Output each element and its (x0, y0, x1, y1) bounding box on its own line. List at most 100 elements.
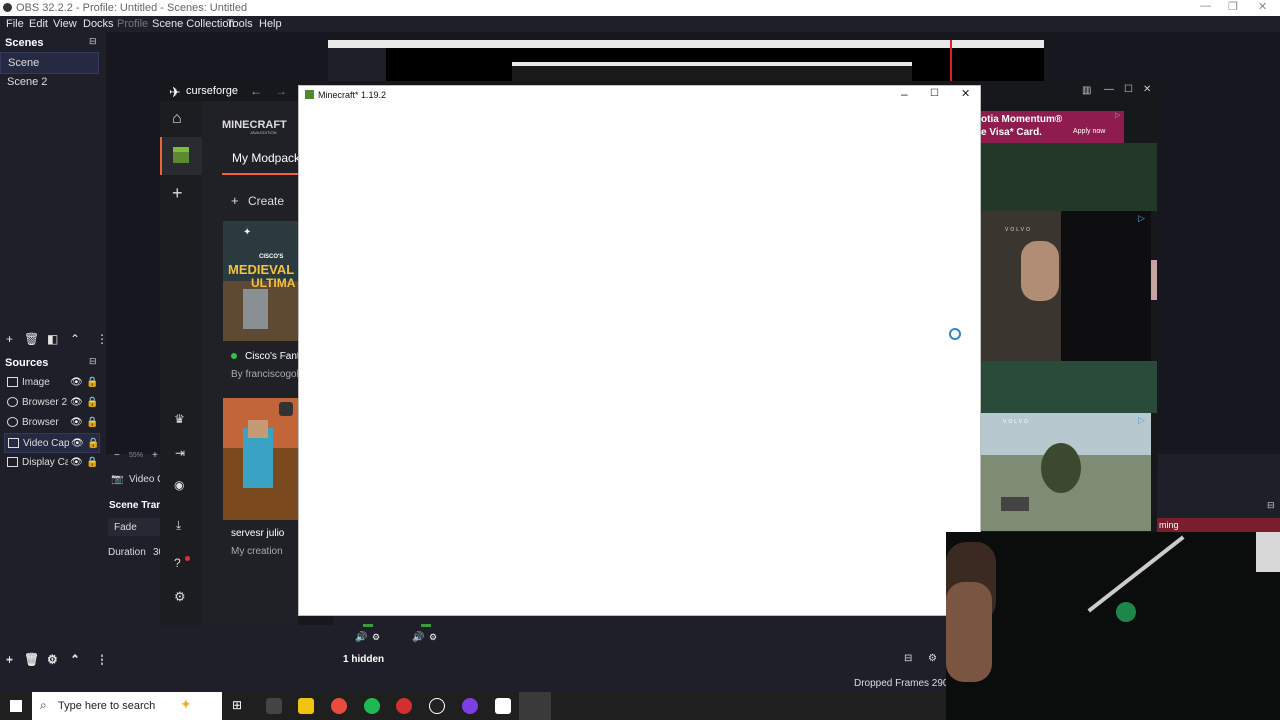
lock-icon[interactable]: 🔒 (86, 417, 98, 428)
lock-icon[interactable]: 🔒 (86, 457, 98, 468)
back-arrow-icon[interactable]: ← (250, 84, 262, 98)
eye-icon[interactable]: 👁 (70, 457, 83, 468)
dock-menu-icon[interactable]: ⊟ (89, 36, 97, 47)
card-title[interactable]: servesr julio (231, 528, 284, 539)
apply-now-button[interactable]: Apply now (1073, 128, 1105, 135)
curseforge-taskbar-icon[interactable] (495, 698, 511, 714)
volvo-ad[interactable]: VOLVO ▷ (981, 413, 1151, 531)
taskbar-search[interactable]: ⌕ Type here to search ✦ (32, 692, 222, 720)
mixer-layout-icon[interactable]: ⊟ (904, 653, 912, 664)
cf-close-icon[interactable]: ✕ (1143, 84, 1151, 95)
add-scene-icon[interactable]: + (6, 332, 13, 346)
start-streaming-button[interactable]: ming (1157, 518, 1280, 532)
eye-icon[interactable]: 👁 (71, 438, 84, 449)
task-view-icon[interactable]: ⊞ (232, 698, 248, 714)
remove-scene-icon[interactable]: 🗑 (24, 332, 39, 346)
mc-close-icon[interactable]: ✕ (961, 87, 970, 100)
cf-layout-icon[interactable]: ▥ (1082, 85, 1091, 96)
obs-taskbar-icon[interactable] (429, 698, 445, 714)
my-modpacks-tab[interactable]: My Modpack (232, 151, 300, 165)
source-item[interactable]: Image 👁 🔒 (4, 373, 100, 393)
card-title[interactable]: Cisco's Fanta (245, 351, 298, 362)
volume-icon[interactable]: 🔊 (412, 632, 424, 643)
app-icon[interactable] (266, 698, 282, 714)
cf-maximize-icon[interactable]: ☐ (1124, 84, 1133, 95)
create-button[interactable]: Create (248, 194, 284, 208)
menu-edit[interactable]: Edit (29, 18, 48, 30)
menu-tools[interactable]: Tools (227, 18, 253, 30)
source-item[interactable]: Display Ca 👁 🔒 (4, 453, 100, 473)
spotify-icon[interactable] (364, 698, 380, 714)
lock-icon[interactable]: 🔒 (86, 377, 98, 388)
grass-block-icon (173, 147, 189, 163)
lock-icon[interactable]: 🔒 (87, 438, 99, 449)
close-icon[interactable]: ✕ (1258, 0, 1267, 13)
minecraft-window[interactable]: Minecraft* 1.19.2 – ☐ ✕ (298, 85, 981, 616)
ad-choices-icon[interactable]: ▷ (1138, 415, 1145, 426)
mixer-settings-icon[interactable]: ⚙ (429, 632, 437, 643)
menu-docks[interactable]: Docks (83, 18, 114, 30)
home-icon[interactable]: ⌂ (172, 110, 182, 128)
scene-item[interactable]: Scene (0, 52, 99, 74)
create-plus-icon[interactable]: + (231, 193, 239, 208)
hidden-count[interactable]: 1 hidden (343, 654, 384, 665)
discord-taskbar-icon[interactable] (462, 698, 478, 714)
scene-more-icon[interactable]: ⋮ (96, 332, 108, 346)
modpack-card-image[interactable] (223, 398, 298, 520)
file-explorer-icon[interactable] (298, 698, 314, 714)
mixer-settings-icon[interactable]: ⚙ (372, 632, 380, 643)
zoom-out-icon[interactable]: − (114, 450, 120, 461)
volume-icon[interactable]: 🔊 (355, 632, 367, 643)
source-item[interactable]: Browser 👁 🔒 (4, 413, 100, 433)
menu-file[interactable]: File (6, 18, 24, 30)
windows-start-icon[interactable] (10, 700, 22, 712)
login-icon[interactable]: ⇥ (175, 446, 185, 460)
minimize-icon[interactable]: — (1200, 0, 1211, 12)
dock-menu-icon[interactable]: ⊟ (1267, 500, 1275, 511)
eye-icon[interactable]: 👁 (70, 377, 83, 388)
menu-profile[interactable]: Profile (117, 18, 148, 30)
add-transition-icon[interactable]: + (6, 653, 13, 667)
minecraft-game-tab[interactable] (160, 137, 202, 175)
menu-scene-collection[interactable]: Scene Collection (152, 18, 235, 30)
crown-icon[interactable]: ♛ (174, 412, 185, 426)
mc-maximize-icon[interactable]: ☐ (930, 88, 939, 99)
dock-menu-icon[interactable]: ⊟ (89, 356, 97, 367)
restore-icon[interactable]: ❐ (1228, 0, 1238, 13)
ad-choices-icon[interactable]: ▷ (1138, 213, 1145, 224)
mixer-gear-icon[interactable]: ⚙ (928, 653, 937, 664)
eye-icon[interactable]: 👁 (70, 397, 83, 408)
help-icon[interactable]: ? (174, 556, 181, 570)
transition-select[interactable]: Fade (108, 518, 160, 536)
menu-help[interactable]: Help (259, 18, 282, 30)
download-icon[interactable]: ⤓ (176, 518, 181, 533)
forward-arrow-icon[interactable]: → (275, 84, 287, 98)
cf-minimize-icon[interactable]: — (1104, 84, 1114, 95)
app-red-icon[interactable] (396, 698, 412, 714)
transition-more-icon[interactable]: ⋮ (96, 653, 108, 667)
scene-item[interactable]: Scene 2 (0, 72, 97, 92)
remove-transition-icon[interactable]: 🗑 (24, 653, 39, 667)
chrome-icon[interactable] (331, 698, 347, 714)
visa-ad[interactable]: otia Momentum® e Visa* Card. Apply now ▷ (981, 111, 1124, 143)
source-item[interactable]: Video Cap 👁 🔒 (4, 433, 100, 453)
discord-icon[interactable]: ◉ (174, 478, 184, 492)
modpack-card-image[interactable]: CISCO'S MEDIEVAL ULTIMA ✦ (223, 221, 298, 341)
add-game-icon[interactable]: + (172, 183, 183, 204)
lock-icon[interactable]: 🔒 (86, 397, 98, 408)
zoom-in-icon[interactable]: + (152, 450, 158, 461)
scene-up-icon[interactable]: ⌃ (70, 332, 80, 346)
scene-filter-icon[interactable]: ◧ (47, 332, 58, 346)
ad-choices-icon[interactable]: ▷ (1115, 111, 1120, 119)
settings-icon[interactable]: ⚙ (174, 589, 186, 605)
source-item[interactable]: Browser 2 👁 🔒 (4, 393, 100, 413)
menu-view[interactable]: View (53, 18, 77, 30)
eye-icon[interactable]: 👁 (70, 417, 83, 428)
card-author: My creation (231, 546, 283, 557)
volvo-ad[interactable]: VOLVO ▷ (981, 211, 1151, 361)
transition-up-icon[interactable]: ⌃ (70, 653, 80, 667)
transition-settings-icon[interactable]: ⚙ (47, 653, 58, 667)
webcam-feed (946, 532, 1280, 720)
card-author: By franciscogold (231, 369, 298, 380)
mc-minimize-icon[interactable]: – (901, 87, 908, 101)
